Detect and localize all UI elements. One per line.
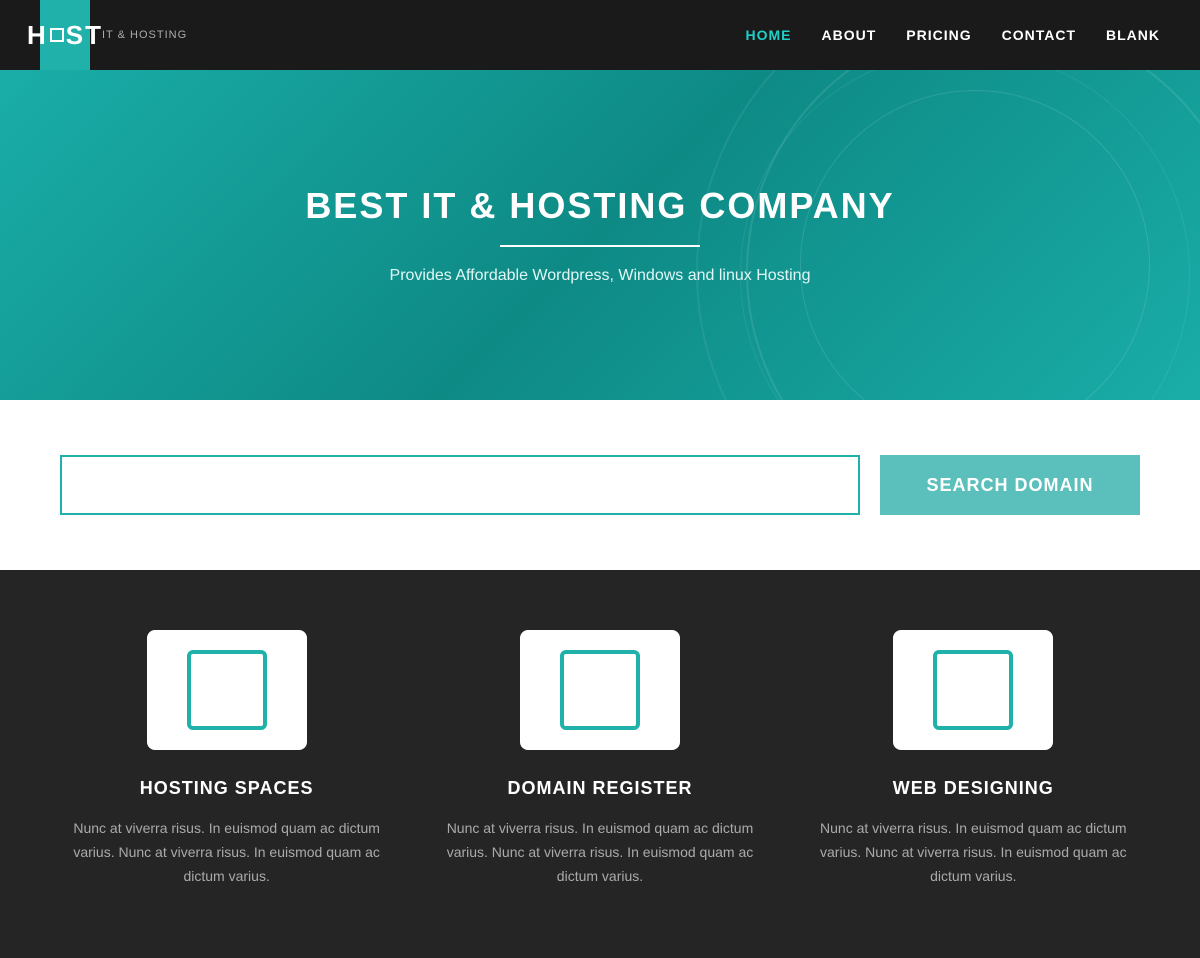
hero-section: BEST IT & HOSTING COMPANY Provides Affor… xyxy=(0,70,1200,400)
hosting-icon-box xyxy=(147,630,307,750)
logo-subtitle: IT & HOSTING xyxy=(102,29,187,41)
webdesign-description: Nunc at viverra risus. In euismod quam a… xyxy=(813,817,1133,888)
nav-about[interactable]: ABOUT xyxy=(821,27,876,43)
nav-blank[interactable]: BLANK xyxy=(1106,27,1160,43)
search-section: SEARCH DOMAIN xyxy=(0,400,1200,570)
nav-pricing[interactable]: PRICING xyxy=(906,27,971,43)
domain-icon xyxy=(560,650,640,730)
hero-subtitle: Provides Affordable Wordpress, Windows a… xyxy=(390,267,811,285)
hero-ripple-2 xyxy=(740,70,1190,400)
domain-description: Nunc at viverra risus. In euismod quam a… xyxy=(440,817,760,888)
hero-ripple-1 xyxy=(800,90,1150,400)
logo-box: H ST xyxy=(40,0,90,70)
logo-st: ST xyxy=(66,20,103,51)
domain-title: DOMAIN REGISTER xyxy=(507,778,692,799)
hero-divider xyxy=(500,245,700,247)
domain-icon-box xyxy=(520,630,680,750)
feature-card-domain: DOMAIN REGISTER Nunc at viverra risus. I… xyxy=(440,630,760,888)
logo-square-icon xyxy=(50,28,64,42)
domain-search-input[interactable] xyxy=(60,455,860,515)
search-domain-button[interactable]: SEARCH DOMAIN xyxy=(880,455,1140,515)
hero-title: BEST IT & HOSTING COMPANY xyxy=(305,185,894,227)
hosting-description: Nunc at viverra risus. In euismod quam a… xyxy=(67,817,387,888)
logo-area: H ST IT & HOSTING xyxy=(40,0,187,70)
webdesign-icon-box xyxy=(893,630,1053,750)
feature-card-hosting: HOSTING SPACES Nunc at viverra risus. In… xyxy=(67,630,387,888)
main-nav: HOME ABOUT PRICING CONTACT BLANK xyxy=(745,27,1160,43)
nav-home[interactable]: HOME xyxy=(745,27,791,43)
feature-card-webdesign: WEB DESIGNING Nunc at viverra risus. In … xyxy=(813,630,1133,888)
webdesign-icon xyxy=(933,650,1013,730)
hosting-icon xyxy=(187,650,267,730)
logo-text: H ST xyxy=(27,20,103,51)
hosting-title: HOSTING SPACES xyxy=(140,778,314,799)
header: H ST IT & HOSTING HOME ABOUT PRICING CON… xyxy=(0,0,1200,70)
logo-h: H xyxy=(27,20,48,51)
webdesign-title: WEB DESIGNING xyxy=(893,778,1054,799)
nav-contact[interactable]: CONTACT xyxy=(1002,27,1076,43)
